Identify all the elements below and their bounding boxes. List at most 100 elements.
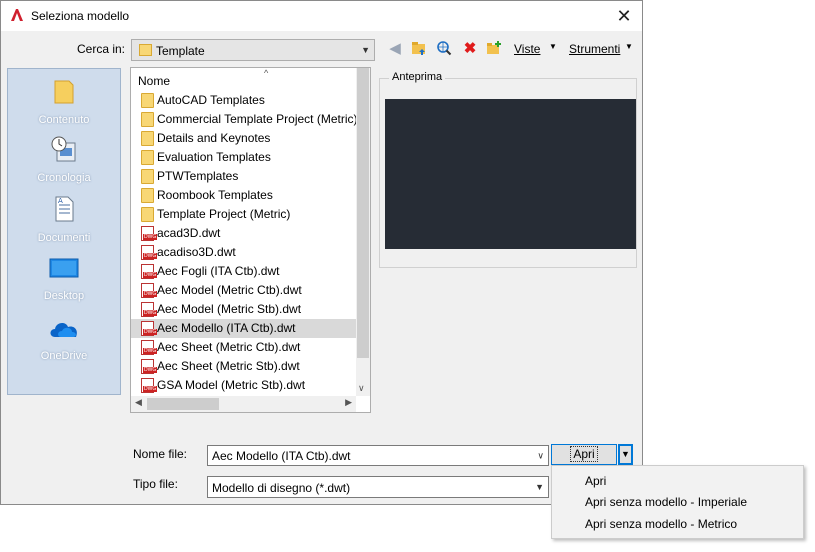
views-menu[interactable]: Viste: [514, 42, 540, 56]
folder-icon: [141, 188, 154, 203]
lookin-label: Cerca in:: [77, 42, 126, 56]
file-name: acad3D.dwt: [157, 226, 221, 240]
new-folder-icon[interactable]: [485, 39, 503, 57]
close-button[interactable]: ✕: [606, 1, 642, 31]
horizontal-scrollbar[interactable]: ◀ ▶: [131, 396, 356, 412]
scroll-left-icon[interactable]: ◀: [135, 397, 142, 408]
folder-icon: [141, 150, 154, 165]
folder-icon: [141, 169, 154, 184]
lookin-value: Template: [156, 44, 205, 58]
preview-label: Anteprima: [389, 71, 446, 83]
lookin-combo[interactable]: Template ▼: [131, 39, 375, 61]
file-name: Commercial Template Project (Metric): [157, 112, 356, 126]
file-row[interactable]: acadiso3D.dwt: [131, 243, 356, 262]
dwt-file-icon: [141, 340, 158, 355]
tools-dropdown-icon[interactable]: ▼: [625, 42, 633, 51]
open-options-menu: Apri Apri senza modello - Imperiale Apri…: [551, 465, 804, 539]
filetype-label: Tipo file:: [133, 477, 178, 491]
file-row[interactable]: Aec Model (Metric Ctb).dwt: [131, 281, 356, 300]
folder-row[interactable]: Roombook Templates: [131, 186, 356, 205]
place-onedrive[interactable]: OneDrive: [8, 317, 120, 362]
file-row[interactable]: Aec Sheet (Metric Ctb).dwt: [131, 338, 356, 357]
file-row[interactable]: GSA Model (Metric Stb).dwt: [131, 376, 356, 395]
scroll-down-icon[interactable]: ∨: [358, 383, 365, 394]
file-name: Aec Modello (ITA Ctb).dwt: [157, 321, 296, 335]
file-list[interactable]: Nome ^ AutoCAD Templates Commercial Templ…: [130, 67, 371, 413]
history-icon: [51, 136, 76, 162]
dwt-file-icon: [141, 302, 158, 317]
folder-row[interactable]: Evaluation Templates: [131, 148, 356, 167]
menu-item-open-imperial[interactable]: Apri senza modello - Imperiale: [585, 495, 747, 509]
views-dropdown-icon[interactable]: ▼: [549, 42, 557, 51]
file-name: Aec Fogli (ITA Ctb).dwt: [157, 264, 280, 278]
file-name: Template Project (Metric): [157, 207, 291, 221]
vertical-scrollbar[interactable]: ∨: [356, 68, 370, 396]
file-name: acadiso3D.dwt: [157, 245, 236, 259]
chevron-down-icon: ▼: [361, 45, 370, 55]
filename-input[interactable]: Aec Modello (ITA Ctb).dwt ∨: [207, 445, 549, 466]
chevron-down-icon: ▼: [621, 449, 630, 459]
file-name: Aec Model (Metric Ctb).dwt: [157, 283, 302, 297]
folder-row[interactable]: PTWTemplates: [131, 167, 356, 186]
folder-icon: [141, 207, 154, 222]
file-name: GSA Model (Metric Stb).dwt: [157, 378, 306, 392]
folder-icon: [141, 93, 154, 108]
menu-item-open[interactable]: Apri: [585, 474, 606, 488]
file-name: Roombook Templates: [157, 188, 273, 202]
dwt-file-icon: [141, 226, 158, 241]
scroll-thumb[interactable]: [357, 68, 369, 358]
file-row[interactable]: Aec Modello (ITA Ctb).dwt: [131, 319, 356, 338]
file-name: Aec Sheet (Metric Stb).dwt: [157, 359, 300, 373]
file-name: PTWTemplates: [157, 169, 239, 183]
file-name: Aec Sheet (Metric Ctb).dwt: [157, 340, 301, 354]
file-row[interactable]: acad3D.dwt: [131, 224, 356, 243]
folder-row[interactable]: Details and Keynotes: [131, 129, 356, 148]
dwt-file-icon: [141, 245, 158, 260]
filename-label: Nome file:: [133, 447, 188, 461]
tools-menu[interactable]: Strumenti: [569, 42, 620, 56]
chevron-down-icon: ▼: [535, 482, 544, 492]
place-label: OneDrive: [40, 350, 88, 362]
open-options-dropdown[interactable]: ▼: [618, 444, 633, 465]
folder-row[interactable]: Template Project (Metric): [131, 205, 356, 224]
open-button[interactable]: Apri: [551, 444, 617, 465]
preview-image: [385, 99, 636, 249]
file-row[interactable]: Aec Fogli (ITA Ctb).dwt: [131, 262, 356, 281]
place-contenuto[interactable]: Contenuto: [8, 77, 120, 126]
dwt-file-icon: [141, 378, 158, 393]
place-label: Desktop: [43, 290, 85, 302]
place-label: Contenuto: [38, 114, 90, 126]
column-header-name[interactable]: Nome ^: [131, 68, 354, 90]
scroll-right-icon[interactable]: ▶: [345, 397, 352, 408]
up-folder-icon[interactable]: [410, 39, 428, 57]
onedrive-cloud-icon: [50, 323, 77, 337]
menu-item-open-metric[interactable]: Apri senza modello - Metrico: [585, 517, 737, 531]
filetype-value: Modello di disegno (*.dwt): [212, 481, 351, 495]
places-bar: Contenuto Cronologia A Documenti Desktop…: [7, 68, 121, 395]
window-title: Seleziona modello: [31, 9, 130, 23]
scroll-thumb[interactable]: [147, 398, 219, 410]
content-folder-icon: [54, 80, 74, 104]
dwt-file-icon: [141, 283, 158, 298]
chevron-down-icon[interactable]: ∨: [537, 450, 544, 461]
file-name: AutoCAD Templates: [157, 93, 265, 107]
place-documenti[interactable]: A Documenti: [8, 195, 120, 244]
file-rows: AutoCAD Templates Commercial Template Pro…: [131, 91, 356, 395]
svg-text:A: A: [58, 197, 63, 205]
filetype-combo[interactable]: Modello di disegno (*.dwt) ▼: [207, 476, 549, 498]
folder-row[interactable]: AutoCAD Templates: [131, 91, 356, 110]
back-arrow-icon[interactable]: ◀: [386, 39, 404, 57]
folder-icon: [139, 44, 152, 56]
file-row[interactable]: Aec Sheet (Metric Stb).dwt: [131, 357, 356, 376]
filename-value: Aec Modello (ITA Ctb).dwt: [212, 449, 351, 463]
search-web-icon[interactable]: [435, 39, 453, 57]
delete-icon[interactable]: ✖: [461, 39, 479, 57]
close-icon: ✕: [616, 5, 632, 26]
title-bar[interactable]: Seleziona modello ✕: [1, 1, 642, 31]
place-cronologia[interactable]: Cronologia: [8, 135, 120, 184]
dwt-file-icon: [141, 321, 158, 336]
place-label: Documenti: [37, 232, 91, 244]
place-desktop[interactable]: Desktop: [8, 257, 120, 302]
folder-row[interactable]: Commercial Template Project (Metric): [131, 110, 356, 129]
file-row[interactable]: Aec Model (Metric Stb).dwt: [131, 300, 356, 319]
